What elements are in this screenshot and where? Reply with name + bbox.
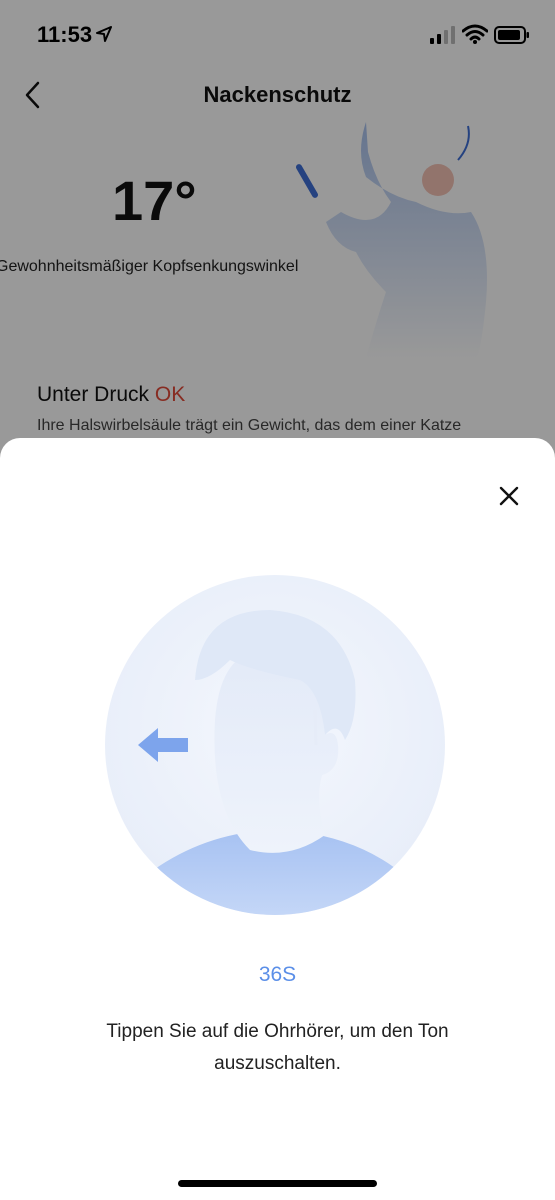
home-indicator[interactable] — [178, 1180, 377, 1187]
head-turn-illustration — [105, 575, 445, 915]
close-icon[interactable] — [493, 480, 525, 512]
screen: 11:53 Nackenschutz 17° Gewohnheitsmäßige — [0, 0, 555, 1200]
countdown-timer: 36S — [258, 963, 297, 986]
instruction-text: Tippen Sie auf die Ohrhörer, um den Ton … — [106, 1021, 449, 1074]
bottom-sheet: 36S Tippen Sie auf die Ohrhörer, um den … — [0, 438, 555, 1200]
